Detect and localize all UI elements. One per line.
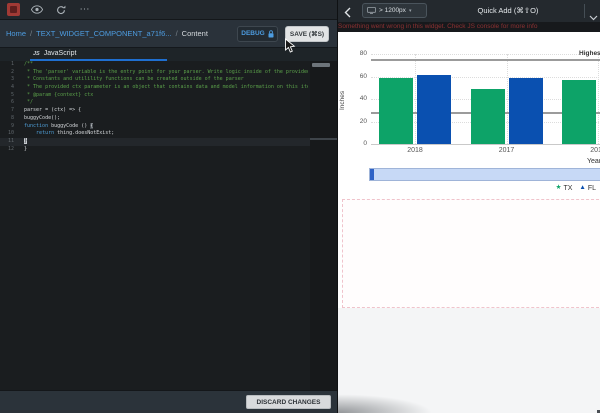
y-tick-label: 0	[345, 140, 367, 148]
line-number: 7	[0, 107, 14, 115]
discard-changes-button[interactable]: DISCARD CHANGES	[246, 395, 331, 409]
code-line-7[interactable]: 7parser = (ctx) => {	[0, 107, 337, 115]
y-tick-label: 20	[345, 118, 367, 126]
breadcrumb-component-link[interactable]: TEXT_WIDGET_COMPONENT_a71f6...	[36, 29, 171, 38]
refresh-icon[interactable]	[54, 3, 68, 17]
plotline-75	[371, 59, 600, 61]
legend-item-tx[interactable]: ★TX	[556, 185, 573, 192]
code-editor[interactable]: 1/**2 * The 'parser' variable is the ent…	[0, 61, 337, 390]
editor-footer: DISCARD CHANGES	[0, 390, 337, 413]
line-number: 10	[0, 130, 14, 138]
line-number: 6	[0, 99, 14, 107]
save-button-label: SAVE (⌘S)	[290, 30, 324, 38]
app-logo-icon[interactable]	[7, 3, 20, 16]
debug-button-label: DEBUG	[241, 30, 264, 37]
code-line-2[interactable]: 2 * The 'parser' variable is the entry p…	[0, 69, 337, 77]
line-number: 8	[0, 115, 14, 123]
bar-tx-2018[interactable]	[379, 78, 413, 144]
line-number: 5	[0, 92, 14, 100]
screen: ⋯ Home / TEXT_WIDGET_COMPONENT_a71f6... …	[0, 0, 600, 413]
line-number: 1	[0, 61, 14, 69]
chart-navigator-scrollbar[interactable]	[369, 168, 600, 181]
js-badge-icon: JS	[33, 51, 40, 57]
chart-legend: ★TX ▲FL	[556, 183, 596, 194]
widget-preview-panel: > 1200px ▾ Quick Add (⌘⇧O) Something wen…	[337, 0, 600, 413]
lock-icon	[268, 30, 274, 38]
tab-label: JavaScript	[44, 50, 77, 57]
empty-widget-placeholder	[342, 199, 600, 308]
legend-triangle-icon: ▲	[579, 185, 585, 192]
code-line-1[interactable]: 1/**	[0, 61, 337, 69]
line-number: 4	[0, 84, 14, 92]
tab-javascript[interactable]: JS JavaScript	[30, 48, 167, 61]
x-tick-label: 2018	[395, 147, 435, 154]
breadcrumb: Home / TEXT_WIDGET_COMPONENT_a71f6... / …	[6, 29, 237, 38]
gridline-x-2017	[507, 54, 508, 144]
bar-fl-2018[interactable]	[417, 75, 451, 144]
code-line-8[interactable]: 8buggyCode();	[0, 115, 337, 123]
x-axis-line	[371, 144, 600, 145]
footer-shadow	[338, 391, 488, 413]
top-toolbar: ⋯	[0, 0, 337, 20]
x-tick-label: 2017	[487, 147, 527, 154]
code-line-4[interactable]: 4 * The provided ctx parameter is an obj…	[0, 84, 337, 92]
eye-icon[interactable]	[30, 3, 44, 17]
code-line-9[interactable]: 9function buggyCode () {	[0, 123, 337, 131]
y-tick-label: 80	[345, 50, 367, 58]
discard-changes-label: DISCARD CHANGES	[257, 399, 321, 406]
line-number: 11	[0, 138, 14, 146]
debug-button[interactable]: DEBUG	[237, 26, 278, 42]
breadcrumb-separator: /	[176, 29, 178, 38]
code-line-6[interactable]: 6 */	[0, 99, 337, 107]
gridline-x-2018	[415, 54, 416, 144]
more-options-icon[interactable]: ⋯	[78, 3, 92, 17]
code-lines: 1/**2 * The 'parser' variable is the ent…	[0, 61, 337, 153]
breadcrumb-separator: /	[30, 29, 32, 38]
code-line-10[interactable]: 10 return thing.doesNotExist;	[0, 130, 337, 138]
code-editor-panel: ⋯ Home / TEXT_WIDGET_COMPONENT_a71f6... …	[0, 0, 337, 413]
navigator-handle[interactable]	[370, 169, 374, 180]
y-tick-label: 60	[345, 73, 367, 81]
code-line-3[interactable]: 3 * Constants and utilility functions ca…	[0, 76, 337, 84]
breadcrumb-home-link[interactable]: Home	[6, 29, 26, 38]
bar-fl-2017[interactable]	[509, 78, 543, 144]
line-number: 12	[0, 146, 14, 154]
x-tick-label: 2016	[578, 147, 600, 154]
code-line-5[interactable]: 5 * @param {context} ctx	[0, 92, 337, 100]
breadcrumb-actions: DEBUG SAVE (⌘S)	[237, 26, 329, 42]
code-line-12[interactable]: 12}	[0, 146, 337, 154]
editor-minimap[interactable]	[310, 61, 337, 390]
plotline-label: Highest	[579, 50, 600, 58]
code-line-11[interactable]: 11}	[0, 138, 337, 146]
bar-tx-2017[interactable]	[471, 89, 505, 144]
legend-item-fl[interactable]: ▲FL	[579, 185, 596, 192]
gridline-y-80	[371, 54, 600, 55]
legend-star-icon: ★	[556, 185, 562, 192]
gridline-x-2016	[598, 54, 599, 144]
minimap-thumb[interactable]	[312, 63, 330, 67]
y-tick-label: 40	[345, 95, 367, 103]
breadcrumb-current-page: Content	[182, 29, 208, 38]
line-number: 9	[0, 123, 14, 131]
line-number: 3	[0, 76, 14, 84]
bar-tx-2016[interactable]	[562, 80, 596, 144]
mouse-cursor-icon	[284, 38, 296, 59]
legend-label: FL	[588, 185, 596, 192]
legend-label: TX	[563, 185, 572, 192]
x-axis-title: Year	[587, 158, 600, 165]
line-number: 2	[0, 69, 14, 77]
minimap-marker	[310, 138, 337, 140]
